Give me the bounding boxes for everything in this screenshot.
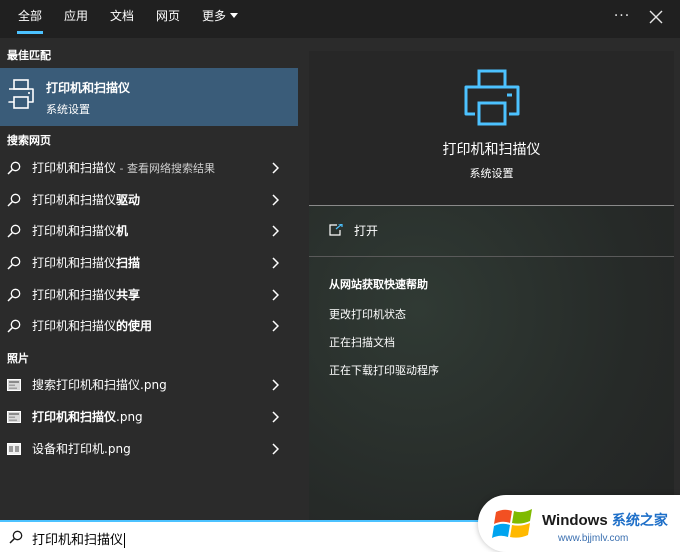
watermark: Windows 系统之家 www.bjjmlv.com — [478, 495, 680, 552]
web-result-item[interactable]: 打印机和扫描仪 - 查看网络搜索结果 — [0, 153, 298, 183]
web-result-item[interactable]: 打印机和扫描仪扫描 — [0, 248, 298, 278]
web-result-item[interactable]: 打印机和扫描仪共享 — [0, 280, 298, 310]
web-result-label: 打印机和扫描仪驱动 — [32, 193, 141, 207]
tab-more[interactable]: 更多 — [202, 0, 239, 34]
detail-title: 打印机和扫描仪 — [442, 142, 541, 158]
web-result-label: 打印机和扫描仪机 — [32, 224, 129, 238]
open-icon — [329, 224, 343, 236]
close-icon — [649, 10, 663, 24]
printer-icon — [8, 79, 34, 109]
chevron-right-icon — [272, 411, 279, 423]
search-icon — [7, 161, 21, 175]
chevron-right-icon — [272, 379, 279, 391]
photo-result-item[interactable]: 打印机和扫描仪.png — [0, 402, 298, 432]
help-link-scanning[interactable]: 正在扫描文档 — [329, 334, 395, 350]
best-match-subtitle: 系统设置 — [46, 103, 90, 116]
web-result-item[interactable]: 打印机和扫描仪驱动 — [0, 185, 298, 215]
photo-result-item[interactable]: 搜索打印机和扫描仪.png — [0, 370, 298, 400]
chevron-right-icon — [272, 194, 279, 206]
detail-subtitle: 系统设置 — [469, 167, 514, 180]
web-result-item[interactable]: 打印机和扫描仪的使用 — [0, 311, 298, 341]
search-icon — [7, 193, 21, 207]
web-result-label: 打印机和扫描仪的使用 — [32, 319, 153, 333]
photo-result-label: 打印机和扫描仪.png — [32, 410, 143, 424]
image-file-icon — [7, 443, 21, 455]
more-options-button[interactable]: ··· — [612, 4, 632, 30]
tab-all[interactable]: 全部 — [16, 0, 44, 34]
chevron-right-icon — [272, 225, 279, 237]
tab-web[interactable]: 网页 — [156, 0, 180, 34]
text-cursor — [124, 533, 126, 548]
open-button[interactable]: 打开 — [309, 216, 674, 246]
detail-panel: 打印机和扫描仪 系统设置 打开 从网站获取快速帮助 更改打印机状态 正在扫描文档… — [309, 51, 674, 520]
windows-logo-icon — [492, 509, 532, 538]
help-link-driver-download[interactable]: 正在下载打印驱动程序 — [329, 362, 439, 378]
watermark-title: Windows 系统之家 — [542, 512, 668, 529]
chevron-right-icon — [272, 443, 279, 455]
watermark-url: www.bjjmlv.com — [558, 533, 629, 544]
best-match-item[interactable]: 打印机和扫描仪 系统设置 — [0, 68, 298, 126]
web-result-label: 打印机和扫描仪共享 — [32, 288, 141, 302]
close-button[interactable] — [648, 9, 664, 25]
open-label: 打开 — [354, 224, 379, 238]
section-photos: 照片 — [7, 352, 29, 365]
search-input[interactable]: 打印机和扫描仪 — [32, 529, 126, 548]
search-icon — [7, 288, 21, 302]
photo-result-item[interactable]: 设备和打印机.png — [0, 434, 298, 464]
section-web-search: 搜索网页 — [7, 134, 51, 147]
top-tab-bar: 全部 应用 文档 网页 更多 ··· — [0, 0, 680, 38]
photo-result-label: 设备和打印机.png — [32, 442, 131, 456]
tab-more-label: 更多 — [202, 9, 227, 23]
tab-documents[interactable]: 文档 — [110, 0, 134, 34]
section-best-match: 最佳匹配 — [7, 49, 51, 62]
web-result-label: 打印机和扫描仪 - 查看网络搜索结果 — [32, 161, 215, 175]
image-file-icon — [7, 379, 21, 391]
search-icon — [7, 319, 21, 333]
search-icon — [7, 256, 21, 270]
chevron-right-icon — [272, 162, 279, 174]
tab-apps[interactable]: 应用 — [64, 0, 88, 34]
chevron-right-icon — [272, 320, 279, 332]
divider — [309, 256, 674, 257]
printer-icon — [464, 69, 520, 126]
best-match-title: 打印机和扫描仪 — [46, 81, 131, 95]
chevron-down-icon — [230, 13, 239, 18]
web-result-item[interactable]: 打印机和扫描仪机 — [0, 216, 298, 246]
results-panel: 最佳匹配 打印机和扫描仪 系统设置 搜索网页 打印机和扫描仪 - 查看网络搜索结… — [0, 38, 298, 520]
image-file-icon — [7, 411, 21, 423]
detail-header: 打印机和扫描仪 系统设置 — [309, 51, 674, 205]
help-heading: 从网站获取快速帮助 — [329, 278, 428, 291]
chevron-right-icon — [272, 289, 279, 301]
divider — [309, 205, 674, 206]
search-icon — [9, 530, 23, 544]
chevron-right-icon — [272, 257, 279, 269]
photo-result-label: 搜索打印机和扫描仪.png — [32, 378, 167, 392]
web-result-label: 打印机和扫描仪扫描 — [32, 256, 141, 270]
help-link-printer-status[interactable]: 更改打印机状态 — [329, 306, 406, 322]
search-icon — [7, 224, 21, 238]
